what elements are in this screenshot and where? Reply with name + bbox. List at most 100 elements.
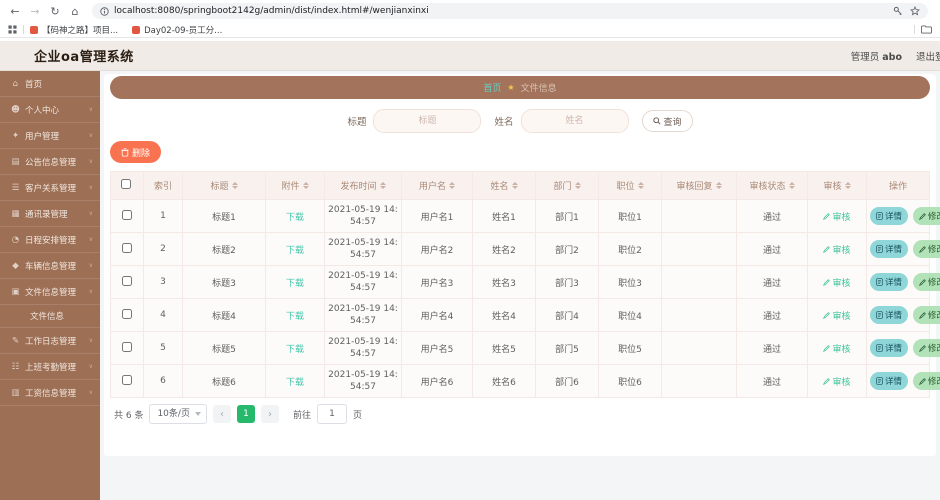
home-icon[interactable]: ⌂ (68, 6, 82, 17)
download-link[interactable]: 下载 (286, 345, 304, 355)
row-checkbox[interactable] (122, 374, 132, 385)
audit-link[interactable]: 审核 (823, 375, 851, 388)
logout-button[interactable]: 退出登录 (916, 49, 940, 63)
download-link[interactable]: 下载 (286, 213, 304, 223)
sort-icon[interactable] (302, 182, 309, 189)
goto-page-input[interactable] (316, 404, 347, 424)
sidebar-item-salary-info-mgmt[interactable]: ▥ 工资信息管理 ∨ (0, 380, 100, 406)
sort-icon[interactable] (788, 182, 795, 189)
detail-button[interactable]: 详情 (870, 338, 909, 357)
breadcrumb-home-link[interactable]: 首页 (483, 81, 501, 94)
row-checkbox[interactable] (122, 242, 132, 253)
cell-username: 用户名1 (401, 199, 473, 233)
audit-link[interactable]: 审核 (823, 342, 851, 355)
detail-button[interactable]: 详情 (870, 272, 909, 291)
sidebar-item-vehicle-info-mgmt[interactable]: ◆ 车辆信息管理 ∨ (0, 253, 100, 279)
sort-icon[interactable] (637, 182, 644, 189)
sidebar-item-attendance-mgmt[interactable]: ☷ 上班考勤管理 ∨ (0, 354, 100, 380)
sidebar-item-customer-relation-mgmt[interactable]: ☰ 客户关系管理 ∨ (0, 175, 100, 201)
column-header-audit-reply[interactable]: 审核回复 (661, 171, 737, 200)
divider (914, 25, 915, 34)
edit-button[interactable]: 修改 (912, 339, 940, 358)
sidebar-subitem-file-info[interactable]: 文件信息 (0, 305, 100, 328)
sidebar-item-contacts-mgmt[interactable]: ▦ 通讯录管理 ∨ (0, 201, 100, 227)
download-link[interactable]: 下载 (286, 378, 304, 388)
column-header-username[interactable]: 用户名 (401, 171, 473, 200)
audit-link[interactable]: 审核 (823, 309, 851, 322)
audit-link[interactable]: 审核 (823, 276, 851, 289)
download-link[interactable]: 下载 (286, 246, 304, 256)
forward-icon[interactable]: → (28, 6, 42, 17)
sidebar-item-user-mgmt[interactable]: ✦ 用户管理 ∨ (0, 123, 100, 149)
column-header-attachment[interactable]: 附件 (265, 171, 325, 200)
edit-button[interactable]: 修改 (912, 240, 940, 259)
sidebar-item-home[interactable]: ⌂ 首页 (0, 71, 100, 97)
name-input[interactable] (520, 109, 629, 133)
bookmark-mashen-project[interactable]: 【码神之路】项目... (30, 24, 118, 36)
document-icon (876, 245, 883, 253)
column-header-index[interactable]: 索引 (143, 171, 183, 200)
query-button[interactable]: 查询 (641, 110, 693, 132)
sidebar-item-schedule-mgmt[interactable]: ◔ 日程安排管理 ∨ (0, 227, 100, 253)
row-checkbox[interactable] (122, 209, 132, 220)
column-header-action[interactable]: 操作 (866, 171, 930, 200)
download-link[interactable]: 下载 (286, 312, 304, 322)
pencil-icon (918, 377, 926, 385)
cell-audit-reply (661, 265, 737, 299)
sidebar-item-announcement-mgmt[interactable]: ▤ 公告信息管理 ∨ (0, 149, 100, 175)
detail-button[interactable]: 详情 (870, 371, 909, 390)
prev-page-button[interactable]: ‹ (212, 405, 231, 423)
cell-position: 职位6 (598, 364, 662, 398)
sort-icon[interactable] (844, 182, 851, 189)
sidebar-item-work-log-mgmt[interactable]: ✎ 工作日志管理 ∨ (0, 328, 100, 354)
page-size-select[interactable]: 10条/页 (149, 404, 207, 424)
title-label: 标题 (347, 117, 367, 128)
next-page-button[interactable]: › (260, 405, 279, 423)
apps-grid-icon[interactable] (8, 25, 17, 34)
column-header-audit[interactable]: 审核 (807, 171, 867, 200)
sort-icon[interactable] (715, 182, 722, 189)
audit-link[interactable]: 审核 (823, 210, 851, 223)
select-all-checkbox[interactable] (120, 179, 131, 189)
sort-icon[interactable] (574, 182, 581, 189)
delete-button[interactable]: 删除 (110, 141, 162, 163)
column-header-name[interactable]: 姓名 (472, 171, 536, 200)
row-checkbox[interactable] (122, 341, 132, 352)
site-info-icon[interactable] (100, 6, 109, 16)
chevron-down-icon: ∨ (88, 389, 93, 396)
row-checkbox[interactable] (122, 308, 132, 319)
column-header-title[interactable]: 标题 (182, 171, 266, 200)
title-input[interactable] (373, 109, 482, 133)
sort-icon[interactable] (511, 182, 518, 189)
row-checkbox[interactable] (122, 275, 132, 286)
download-link[interactable]: 下载 (286, 279, 304, 289)
bookmark-day02-staff[interactable]: Day02-09-员工分... (132, 24, 222, 36)
detail-button[interactable]: 详情 (870, 305, 909, 324)
column-header-position[interactable]: 职位 (598, 171, 662, 200)
detail-button[interactable]: 详情 (870, 239, 909, 258)
sidebar-item-personal-center[interactable]: ☻ 个人中心 ∨ (0, 97, 100, 123)
sort-icon[interactable] (379, 182, 386, 189)
column-header-audit-status[interactable]: 审核状态 (736, 171, 808, 200)
refresh-icon[interactable]: ↻ (48, 6, 62, 17)
main-content: 首页 ★ 文件信息 标题 姓名 查询 (100, 71, 940, 500)
column-header-publish-time[interactable]: 发布时间 (324, 171, 402, 200)
sidebar-item-file-info-mgmt[interactable]: ▣ 文件信息管理 ∨ (0, 279, 100, 305)
edit-button[interactable]: 修改 (912, 306, 940, 325)
column-header-department[interactable]: 部门 (535, 171, 599, 200)
page-number-button[interactable]: 1 (236, 405, 255, 423)
folder-icon[interactable] (921, 25, 932, 34)
passwords-key-icon[interactable] (893, 6, 903, 16)
sort-icon[interactable] (449, 182, 455, 189)
column-header-select[interactable] (110, 171, 144, 200)
sort-icon[interactable] (231, 182, 238, 189)
search-icon (652, 117, 661, 125)
audit-link[interactable]: 审核 (823, 243, 851, 256)
edit-button[interactable]: 修改 (912, 207, 940, 226)
edit-button[interactable]: 修改 (912, 273, 940, 292)
detail-button[interactable]: 详情 (870, 206, 909, 225)
address-bar[interactable]: localhost:8080/springboot2142g/admin/dis… (92, 3, 928, 19)
back-icon[interactable]: ← (8, 6, 22, 17)
edit-button[interactable]: 修改 (912, 372, 940, 391)
bookmark-star-icon[interactable] (910, 6, 920, 16)
